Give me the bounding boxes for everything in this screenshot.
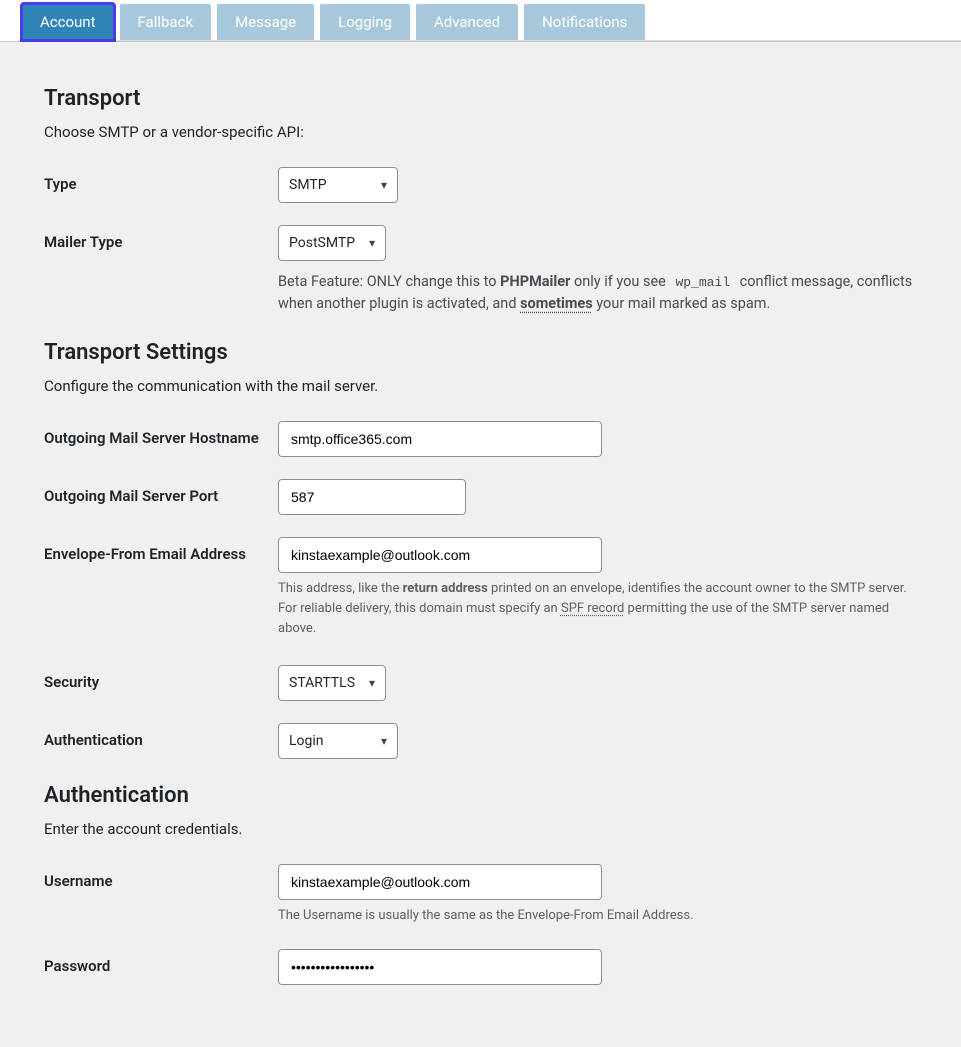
mailer-type-value: PostSMTP [289,235,355,251]
transport-heading: Transport [44,86,917,111]
mailer-type-label: Mailer Type [44,225,278,251]
envelope-help: This address, like the return address pr… [278,579,917,639]
envelope-input[interactable] [278,537,602,573]
chevron-down-icon: ▾ [369,236,375,250]
mailer-type-select[interactable]: PostSMTP ▾ [278,225,386,261]
auth-heading: Authentication [44,783,917,808]
password-label: Password [44,949,278,975]
envelope-label: Envelope-From Email Address [44,537,278,563]
tab-logging[interactable]: Logging [320,4,410,40]
hostname-input[interactable] [278,421,602,457]
username-help: The Username is usually the same as the … [278,906,917,926]
tab-notifications[interactable]: Notifications [524,4,645,40]
type-label: Type [44,167,278,193]
tabs-nav: Account Fallback Message Logging Advance… [18,0,961,41]
port-label: Outgoing Mail Server Port [44,479,278,505]
type-select[interactable]: SMTP ▾ [278,167,398,203]
security-value: STARTTLS [289,675,355,691]
tab-account[interactable]: Account [22,4,114,40]
tab-fallback[interactable]: Fallback [120,4,212,40]
transport-settings-heading: Transport Settings [44,340,917,365]
authentication-value: Login [289,733,324,749]
type-select-value: SMTP [289,177,327,193]
port-input[interactable] [278,479,466,515]
authentication-label: Authentication [44,723,278,749]
username-input[interactable] [278,864,602,900]
chevron-down-icon: ▾ [381,178,387,192]
auth-desc: Enter the account credentials. [44,820,917,838]
tab-message[interactable]: Message [217,4,314,40]
chevron-down-icon: ▾ [381,734,387,748]
tab-advanced[interactable]: Advanced [416,4,518,40]
security-label: Security [44,665,278,691]
security-select[interactable]: STARTTLS ▾ [278,665,386,701]
transport-settings-desc: Configure the communication with the mai… [44,377,917,395]
authentication-select[interactable]: Login ▾ [278,723,398,759]
chevron-down-icon: ▾ [369,676,375,690]
hostname-label: Outgoing Mail Server Hostname [44,421,278,447]
transport-desc: Choose SMTP or a vendor-specific API: [44,123,917,141]
mailer-type-help: Beta Feature: ONLY change this to PHPMai… [278,271,917,316]
password-input[interactable] [278,949,602,985]
username-label: Username [44,864,278,890]
